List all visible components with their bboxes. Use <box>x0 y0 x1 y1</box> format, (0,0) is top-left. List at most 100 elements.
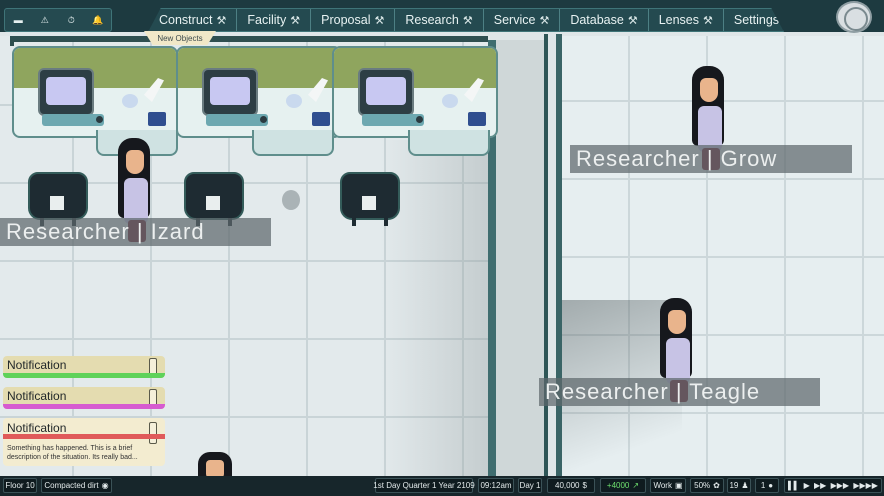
control-panel <box>42 114 104 126</box>
alert-count[interactable]: 1 ● <box>755 478 779 493</box>
notification-card[interactable]: Notification <box>3 356 165 378</box>
tools-icon: ⚒ <box>216 14 227 27</box>
floor-stain <box>282 190 300 210</box>
lab-bench[interactable] <box>12 46 178 138</box>
notification-title: Notification <box>7 421 67 435</box>
tools-icon: ⚒ <box>703 14 713 27</box>
income-display: +4000 ↗ <box>600 478 646 493</box>
monitor-icon <box>358 68 414 116</box>
money-display: 40,000 $ <box>547 478 595 493</box>
money-value: 40,000 <box>555 481 580 490</box>
quick-actions: ▬ ⚠ ⏱ 🔔 <box>4 8 112 32</box>
device-box <box>468 112 486 126</box>
menu-icon[interactable]: ▬ <box>9 15 27 25</box>
researcher-label: Researcher | Izard <box>0 218 271 246</box>
monitor-icon <box>202 68 258 116</box>
wall <box>10 36 14 46</box>
faster-forward-icon[interactable]: ▶▶▶ <box>831 481 849 490</box>
control-panel <box>206 114 268 126</box>
fastest-forward-icon[interactable]: ▶▶▶▶ <box>853 481 878 490</box>
lab-chair[interactable] <box>340 172 400 226</box>
clock-icon[interactable]: ⏱ <box>62 15 80 26</box>
speed-controls: ▌▌ ▶ ▶▶ ▶▶▶ ▶▶▶▶ <box>784 478 882 493</box>
menu-label: Database <box>570 13 624 27</box>
beaker-icon <box>286 94 302 108</box>
alert-icon <box>149 422 157 444</box>
fast-forward-icon[interactable]: ▶▶ <box>814 481 826 490</box>
knob-icon <box>416 116 423 123</box>
lab-bench[interactable] <box>176 46 342 138</box>
warning-icon[interactable]: ⚠ <box>36 15 54 26</box>
tools-icon: ⚒ <box>290 14 301 27</box>
beaker-icon <box>442 94 458 108</box>
wall <box>556 34 562 480</box>
percent-value: 50% <box>694 481 711 490</box>
knob-icon <box>260 116 267 123</box>
tools-icon: ⚒ <box>539 14 550 27</box>
notification-card[interactable]: Notification <box>3 387 165 409</box>
tools-icon: ⚒ <box>627 14 638 27</box>
bottom-bar: Floor 10 Compacted dirt ◉ 1st Day Quarte… <box>0 476 884 496</box>
menu-label: Service <box>493 13 536 27</box>
notification-message: Something has happened. This is a brief … <box>7 445 138 461</box>
researcher-label: Researcher | Grow <box>570 145 852 173</box>
researcher-label: Researcher | Teagle <box>539 378 820 406</box>
pause-icon[interactable]: ▌▌ <box>788 481 799 490</box>
tile-info[interactable]: Compacted dirt ◉ <box>41 478 112 493</box>
briefcase-icon: ▣ <box>674 481 683 490</box>
menu-label: Facility <box>247 13 287 27</box>
menu-label: Research <box>405 13 459 27</box>
day-display: Day 1 <box>518 478 542 493</box>
lab-chair[interactable] <box>28 172 88 226</box>
monitor-icon <box>38 68 94 116</box>
menu-label: Lenses <box>658 13 700 27</box>
notification-title: Notification <box>7 358 67 372</box>
lab-bench[interactable] <box>332 46 498 138</box>
play-icon[interactable]: ▶ <box>804 481 810 490</box>
menu-construct[interactable]: Construct ⚒ <box>149 9 238 31</box>
notification-color-bar <box>3 404 165 409</box>
trend-up-icon: ↗ <box>632 481 640 490</box>
time-display: 09:12am <box>478 478 514 493</box>
gear-icon: ✿ <box>713 481 720 490</box>
bench-extension <box>252 130 334 156</box>
mode-label: Work <box>653 481 672 490</box>
control-panel <box>362 114 424 126</box>
wall <box>12 36 488 42</box>
eye-icon[interactable]: ◉ <box>102 481 109 490</box>
notification-card-expanded[interactable]: Notification Something has happened. Thi… <box>3 418 165 466</box>
menu-proposal[interactable]: Proposal ⚒ <box>311 9 396 31</box>
menu-label: Settings <box>733 13 780 27</box>
bell-icon[interactable]: 🔔 <box>89 15 107 26</box>
bench-extension <box>408 130 490 156</box>
staff-count[interactable]: 19 ♟ <box>727 478 751 493</box>
alert-icon: ● <box>768 481 774 490</box>
menu-lenses[interactable]: Lenses ⚒ <box>649 9 724 31</box>
menu-label: Proposal <box>321 13 371 27</box>
globe-icon[interactable] <box>836 1 872 33</box>
corridor <box>496 40 546 480</box>
tools-icon: ⚒ <box>374 14 385 27</box>
menu-facility[interactable]: Facility ⚒ <box>237 9 312 31</box>
tools-icon: ⚒ <box>462 14 473 27</box>
menu-research[interactable]: Research ⚒ <box>395 9 484 31</box>
percent-display[interactable]: 50% ✿ <box>690 478 724 493</box>
tools-icon: ⚒ <box>783 14 793 27</box>
new-objects-tab[interactable]: New Objects <box>144 31 216 45</box>
menu-service[interactable]: Service ⚒ <box>484 9 561 31</box>
knob-icon <box>96 116 103 123</box>
lab-chair[interactable] <box>184 172 244 226</box>
notification-color-bar <box>3 434 165 439</box>
device-box <box>312 112 330 126</box>
income-value: +4000 <box>606 481 630 490</box>
mode-button[interactable]: Work ▣ <box>650 478 686 493</box>
date-display: 1st Day Quarter 1 Year 2109 <box>373 478 475 493</box>
top-bar: ▬ ⚠ ⏱ 🔔 Construct ⚒ Facility ⚒ Proposal ⚒ R… <box>0 0 884 33</box>
researcher-partial[interactable] <box>198 452 232 478</box>
menu-database[interactable]: Database ⚒ <box>560 9 649 31</box>
floor-indicator[interactable]: Floor 10 <box>3 478 37 493</box>
menu-settings[interactable]: Settings ⚒ <box>724 9 793 31</box>
alert-count-value: 1 <box>760 481 766 490</box>
dollar-icon: $ <box>582 481 587 490</box>
main-menu: Construct ⚒ Facility ⚒ Proposal ⚒ Research ⚒… <box>148 8 784 32</box>
